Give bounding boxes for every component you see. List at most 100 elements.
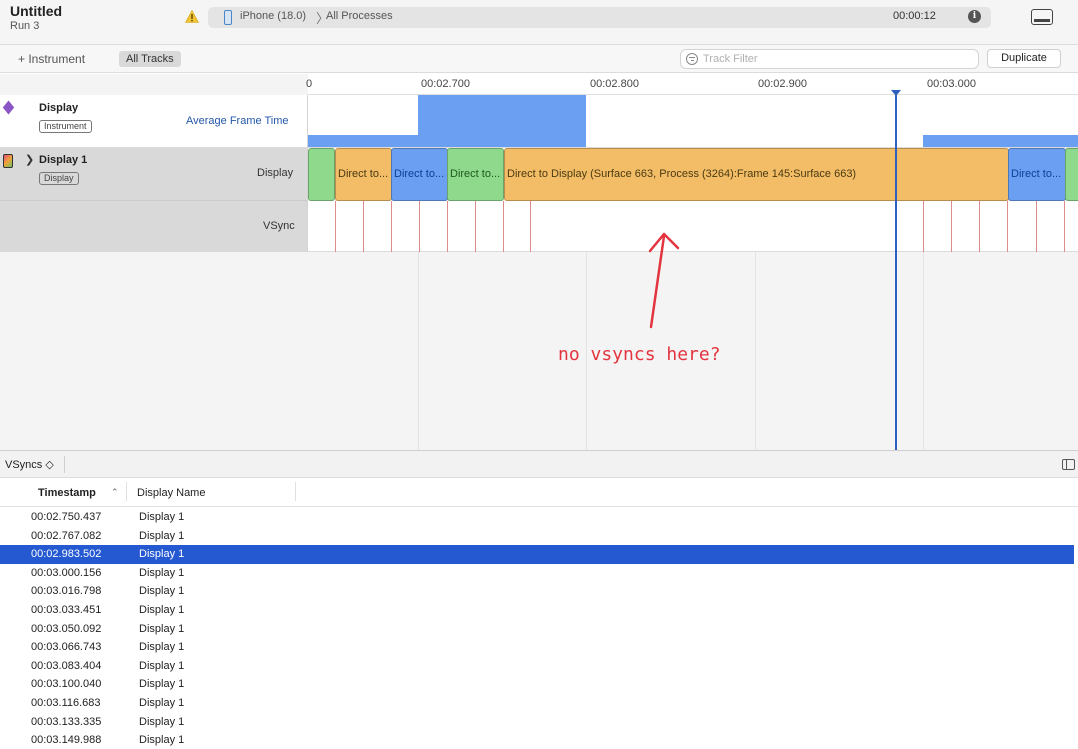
vsync-table[interactable]: 00:02.750.437 Display 1 00:02.767.082 Di… (0, 508, 1074, 749)
vsync-tick[interactable] (1007, 201, 1008, 252)
annotation-arrow-icon (648, 232, 680, 329)
vsync-tick[interactable] (530, 201, 531, 252)
playhead[interactable] (895, 95, 897, 450)
duplicate-button[interactable]: Duplicate (987, 49, 1061, 68)
column-divider[interactable] (295, 482, 296, 501)
toggle-inspector-icon[interactable] (1062, 459, 1075, 470)
disclosure-chevron-icon[interactable]: ❯ (25, 153, 34, 166)
table-row[interactable]: 00:02.767.082 Display 1 (0, 527, 1074, 546)
cell-timestamp: 00:03.116.683 (31, 696, 101, 709)
lane-label-vsync: VSync (263, 220, 295, 232)
ruler-label: 00:02.700 (421, 78, 470, 90)
track-toolbar: + Instrument All Tracks Duplicate (0, 45, 1078, 73)
detail-type-selector[interactable]: VSyncs ◇ (5, 458, 54, 471)
device-process-selector[interactable]: iPhone (18.0) 〉 All Processes 00:00:12 i (208, 7, 991, 28)
frame-time-bar (923, 135, 1078, 147)
column-display-name[interactable]: Display Name (137, 487, 205, 499)
table-row[interactable]: 00:03.083.404 Display 1 (0, 657, 1074, 676)
vsync-tick[interactable] (335, 201, 336, 252)
timeline[interactable]: 0 00:02.700 00:02.800 00:02.900 00:03.00… (0, 74, 1078, 450)
cell-timestamp: 00:03.100.040 (31, 678, 102, 691)
vsync-tick[interactable] (923, 201, 924, 252)
display-interval[interactable]: Direct to... (335, 148, 392, 201)
cell-timestamp: 00:02.767.082 (31, 529, 102, 542)
sort-ascending-icon[interactable]: ⌃ (111, 487, 119, 498)
cell-timestamp: 00:03.083.404 (31, 659, 102, 672)
instrument-name: Display (39, 102, 79, 114)
cell-timestamp: 00:03.033.451 (31, 603, 102, 616)
table-row[interactable]: 00:03.016.798 Display 1 (0, 582, 1074, 601)
table-row[interactable]: 00:03.050.092 Display 1 (0, 620, 1074, 639)
display-interval[interactable]: Direct to... (1008, 148, 1066, 201)
display-interval[interactable] (1065, 148, 1078, 201)
cell-display-name: Display 1 (139, 641, 185, 654)
cell-display-name: Display 1 (139, 715, 185, 728)
column-timestamp[interactable]: Timestamp (38, 487, 96, 499)
device-name[interactable]: iPhone (18.0) (240, 10, 306, 22)
vsync-tick[interactable] (503, 201, 504, 252)
lane-divider (0, 200, 308, 201)
time-ruler[interactable]: 0 00:02.700 00:02.800 00:02.900 00:03.00… (306, 74, 1078, 95)
all-tracks-button[interactable]: All Tracks (119, 51, 181, 67)
display-interval[interactable]: Direct to... (447, 148, 504, 201)
display-intervals-lane[interactable]: Direct to... Direct to... Direct to... D… (308, 148, 1078, 201)
vsync-tick[interactable] (391, 201, 392, 252)
table-row[interactable]: 00:03.033.451 Display 1 (0, 601, 1074, 620)
vsync-tick[interactable] (1064, 201, 1065, 252)
run-label: Run 3 (10, 20, 40, 32)
recording-timer: 00:00:12 (893, 10, 936, 22)
table-row-selected[interactable]: 00:02.983.502 Display 1 (0, 545, 1074, 564)
display-interval[interactable]: Direct to Display (Surface 663, Process … (504, 148, 1009, 201)
info-icon[interactable]: i (968, 10, 981, 23)
vsync-tick[interactable] (447, 201, 448, 252)
table-row[interactable]: 00:02.750.437 Display 1 (0, 508, 1074, 527)
ruler-label-partial: 0 (306, 78, 313, 90)
average-frame-time-lane[interactable] (308, 95, 1078, 148)
vsync-tick[interactable] (979, 201, 980, 252)
cell-display-name: Display 1 (139, 548, 185, 561)
table-header: Timestamp ⌃ Display Name (0, 478, 1078, 507)
add-instrument-button[interactable]: + Instrument (18, 52, 85, 66)
cell-timestamp: 00:02.750.437 (31, 511, 102, 523)
table-row[interactable]: 00:03.149.988 Display 1 (0, 731, 1074, 749)
vsync-tick[interactable] (419, 201, 420, 252)
display-icon (3, 154, 13, 168)
track-filter-field[interactable] (680, 49, 979, 69)
annotation-text: no vsyncs here? (558, 344, 721, 365)
cell-timestamp: 00:03.050.092 (31, 622, 102, 635)
vsync-tick[interactable] (363, 201, 364, 252)
cell-timestamp: 00:03.016.798 (31, 585, 102, 598)
display-interval[interactable]: Direct to... (391, 148, 448, 201)
warning-icon[interactable] (185, 10, 199, 23)
vsync-lane[interactable] (308, 201, 1078, 252)
vsync-tick[interactable] (1036, 201, 1037, 252)
track-filter-input[interactable] (703, 51, 973, 67)
cell-display-name: Display 1 (139, 659, 185, 672)
process-name[interactable]: All Processes (326, 10, 393, 22)
instrument-badge: Instrument (39, 120, 92, 133)
column-divider[interactable] (126, 482, 127, 501)
table-row[interactable]: 00:03.066.743 Display 1 (0, 638, 1074, 657)
table-row[interactable]: 00:03.000.156 Display 1 (0, 564, 1074, 583)
cell-display-name: Display 1 (139, 529, 185, 542)
divider (64, 456, 65, 473)
cell-display-name: Display 1 (139, 734, 185, 747)
vsync-tick[interactable] (951, 201, 952, 252)
cell-timestamp: 00:03.133.335 (31, 715, 102, 728)
display1-track-header[interactable]: ❯ Display 1 Display Display VSync (0, 148, 308, 252)
document-title: Untitled (10, 3, 63, 19)
display-instrument-header[interactable]: Display Instrument Average Frame Time (0, 95, 308, 148)
vsync-tick[interactable] (475, 201, 476, 252)
lane-label-display: Display (257, 167, 294, 179)
cell-timestamp: 00:02.983.502 (31, 548, 102, 561)
ruler-label: 00:03.000 (927, 78, 976, 90)
table-row[interactable]: 00:03.133.335 Display 1 (0, 713, 1074, 732)
ruler-label: 00:02.900 (758, 78, 807, 90)
average-frame-time-selector[interactable]: Average Frame Time (186, 115, 289, 127)
table-row[interactable]: 00:03.116.683 Display 1 (0, 694, 1074, 713)
frame-time-bar (308, 135, 418, 147)
display-interval[interactable] (308, 148, 335, 201)
table-row[interactable]: 00:03.100.040 Display 1 (0, 675, 1074, 694)
cell-display-name: Display 1 (139, 585, 185, 598)
window-layout-icon[interactable] (1031, 9, 1053, 25)
